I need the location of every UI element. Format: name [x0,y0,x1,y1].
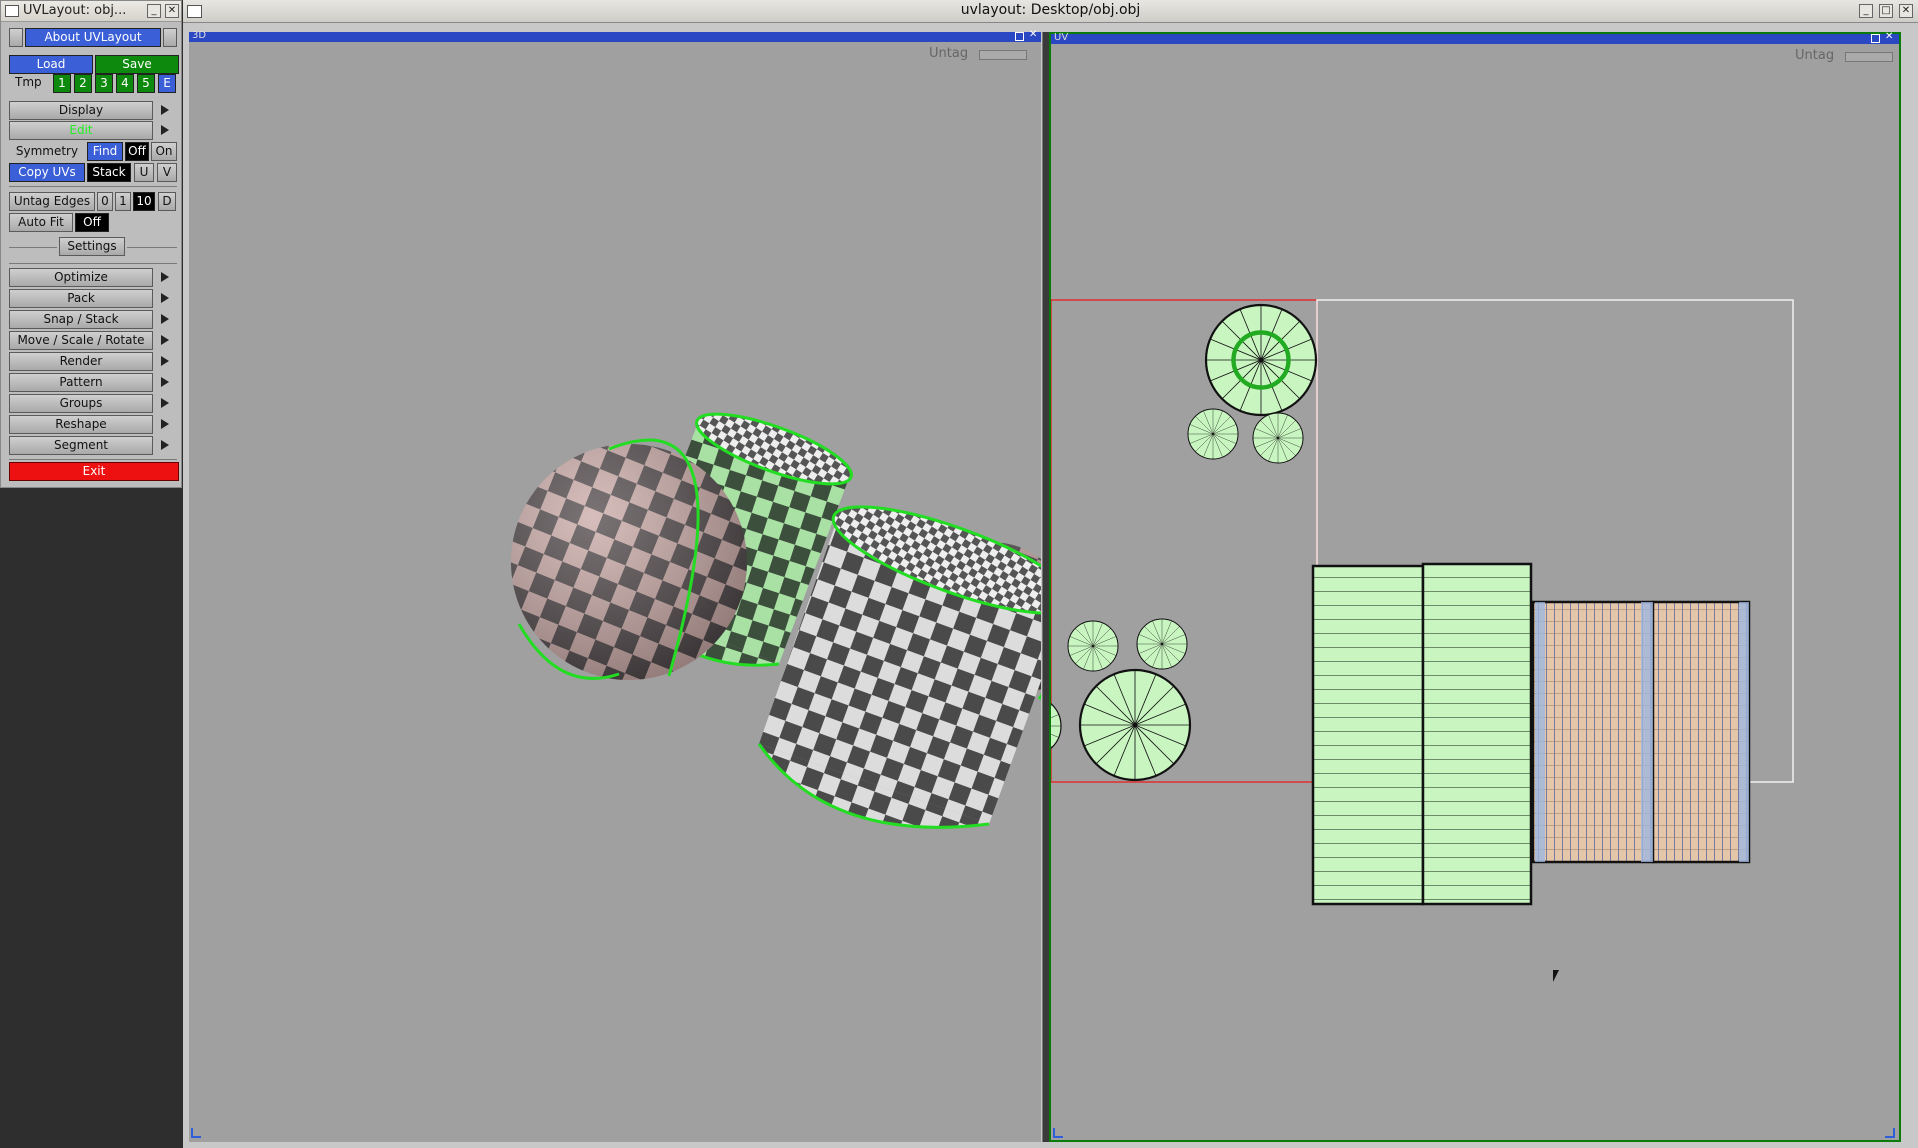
symmetry-on-button[interactable]: On [151,142,177,161]
maximize-icon[interactable]: □ [1879,4,1893,18]
pack-arrow-icon [161,293,169,303]
main-window-titlebar[interactable]: uvlayout: Desktop/obj.obj _ □ ✕ [183,0,1918,23]
maximize-icon[interactable] [1871,34,1880,43]
tmp-label: Tmp [15,75,42,89]
panel-grip-left[interactable] [9,28,23,47]
maximize-icon[interactable] [1015,32,1024,41]
snap-stack-arrow-icon [161,314,169,324]
pack-menu[interactable]: Pack [9,289,153,308]
symmetry-label: Symmetry [15,144,79,158]
viewport-uv-header: UV ✕ [1051,31,1899,44]
groups-arrow-icon [161,398,169,408]
tool-window-titlebar[interactable]: UVLayout: obj... _ ✕ [1,1,181,22]
minimize-icon[interactable]: _ [147,4,161,18]
untag-edges-10[interactable]: 10 [133,192,155,211]
edit-arrow-icon [161,125,169,135]
tmp-slot-1[interactable]: 1 [53,74,71,93]
stack-button[interactable]: Stack [87,163,131,182]
divider [127,247,177,248]
tmp-slot-e[interactable]: E [158,74,176,93]
load-button[interactable]: Load [9,55,93,74]
untag-edges-button[interactable]: Untag Edges [9,192,95,211]
title-ellipsis: .. [118,3,127,18]
resize-corner-icon[interactable] [191,1128,201,1138]
3d-model-view [511,412,1041,829]
minimize-icon[interactable]: _ [1859,4,1873,18]
tool-window: UVLayout: obj... _ ✕ About UVLayout Load… [0,0,182,488]
move-scale-rotate-arrow-icon [161,335,169,345]
uv-layout-view [1051,46,1794,906]
close-icon[interactable]: ✕ [1899,4,1913,18]
close-icon[interactable]: ✕ [165,4,179,18]
divider [9,247,57,248]
symmetry-off-button[interactable]: Off [125,142,149,161]
tmp-slot-4[interactable]: 4 [116,74,134,93]
pattern-arrow-icon [161,377,169,387]
window-menu-icon[interactable] [5,5,19,17]
display-menu[interactable]: Display [9,101,153,120]
exit-button[interactable]: Exit [9,462,179,481]
tmp-slot-5[interactable]: 5 [137,74,155,93]
render-arrow-icon [161,356,169,366]
segment-arrow-icon [161,440,169,450]
auto-fit-off-button[interactable]: Off [75,213,109,232]
viewport-divider[interactable] [1042,32,1049,1142]
main-window-title: uvlayout: Desktop/obj.obj [960,2,1141,18]
viewport-uv-label: UV [1054,32,1069,43]
save-button[interactable]: Save [95,55,179,74]
groups-menu[interactable]: Groups [9,394,153,413]
render-menu[interactable]: Render [9,352,153,371]
divider [9,186,177,187]
reshape-arrow-icon [161,419,169,429]
resize-corner-icon[interactable] [1885,1128,1895,1138]
symmetry-find-button[interactable]: Find [87,142,123,161]
close-icon[interactable]: ✕ [1885,31,1893,42]
display-arrow-icon [161,105,169,115]
viewport-3d-label: 3D [192,30,207,41]
viewport-uv[interactable]: UV ✕ Untag [1049,31,1901,1142]
snap-stack-menu[interactable]: Snap / Stack [9,310,153,329]
optimize-arrow-icon [161,272,169,282]
u-button[interactable]: U [134,163,154,182]
tmp-slot-3[interactable]: 3 [95,74,113,93]
main-window: uvlayout: Desktop/obj.obj _ □ ✕ 3D ✕ Unt… [183,0,1918,1148]
reshape-menu[interactable]: Reshape [9,415,153,434]
untag-edges-0[interactable]: 0 [97,192,113,211]
resize-corner-icon[interactable] [1053,1128,1063,1138]
tool-panel: About UVLayout Load Save Tmp 1 2 3 4 5 E… [1,22,181,487]
v-button[interactable]: V [157,163,177,182]
optimize-menu[interactable]: Optimize [9,268,153,287]
panel-grip-right[interactable] [163,28,177,47]
auto-fit-button[interactable]: Auto Fit [9,213,73,232]
pattern-menu[interactable]: Pattern [9,373,153,392]
about-button[interactable]: About UVLayout [25,28,161,47]
close-icon[interactable]: ✕ [1029,29,1037,40]
untag-edges-1[interactable]: 1 [115,192,131,211]
settings-button[interactable]: Settings [59,237,125,256]
viewport-3d-header: 3D ✕ [189,29,1041,42]
untag-edges-d[interactable]: D [158,192,176,211]
move-scale-rotate-menu[interactable]: Move / Scale / Rotate [9,331,153,350]
tmp-slot-2[interactable]: 2 [74,74,92,93]
divider [9,263,177,264]
copy-uvs-button[interactable]: Copy UVs [9,163,85,182]
segment-menu[interactable]: Segment [9,436,153,455]
mouse-cursor-icon [1553,970,1559,982]
tool-window-title: UVLayout: obj. [23,3,119,18]
edit-menu[interactable]: Edit [9,121,153,140]
viewport-3d[interactable]: 3D ✕ Untag [189,29,1041,1142]
divider [9,459,177,460]
